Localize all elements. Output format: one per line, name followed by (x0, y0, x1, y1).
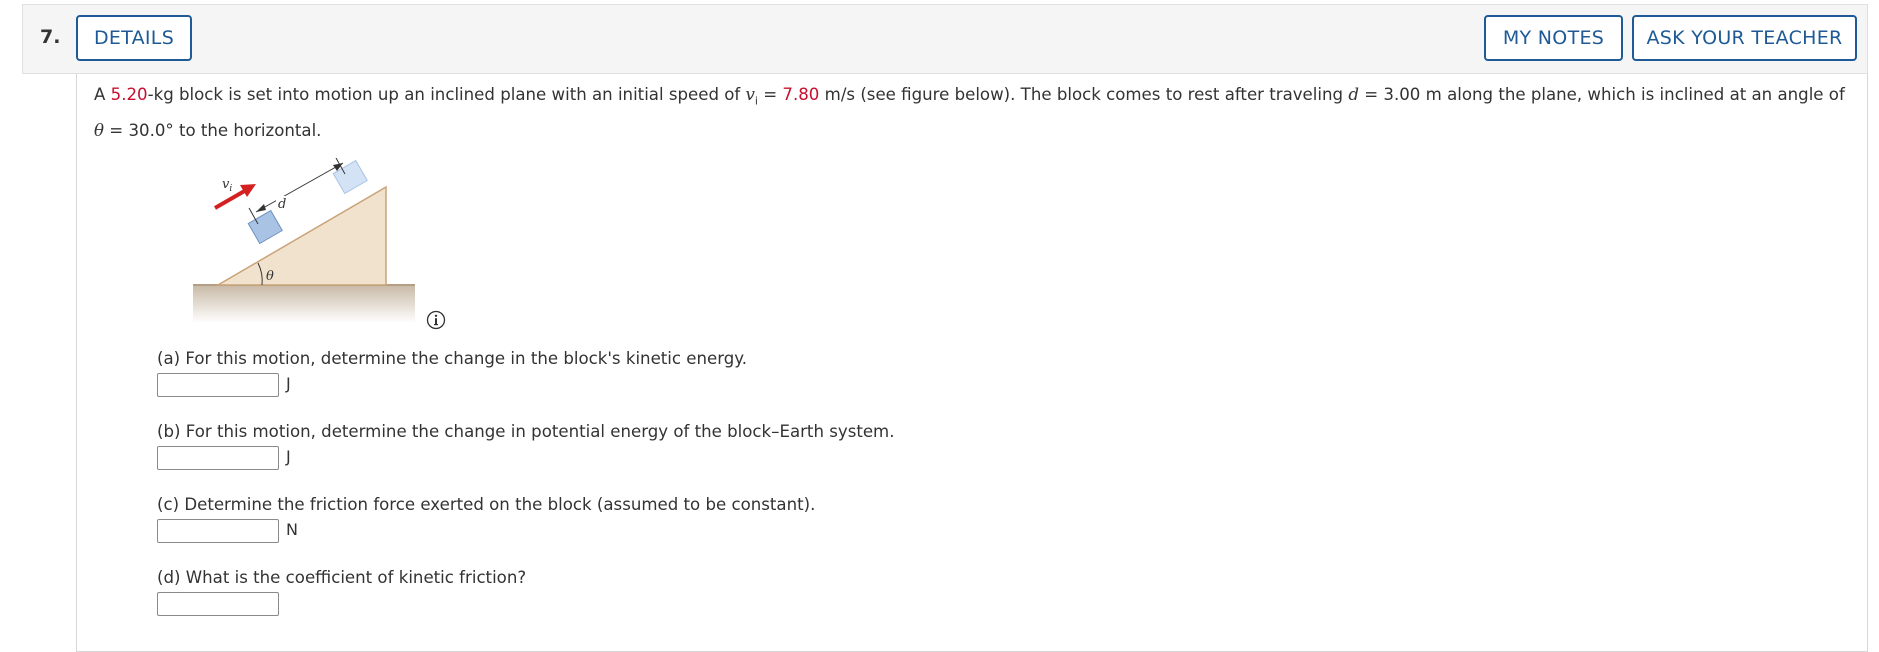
part-a-unit: J (286, 374, 291, 393)
inclined-plane (215, 185, 387, 286)
part-b-unit: J (286, 447, 291, 466)
distance-arrow (255, 162, 344, 213)
mass-value: 5.20 (110, 85, 148, 104)
part-d-answer-input[interactable] (157, 592, 279, 616)
part-c-unit: N (286, 520, 298, 539)
part-d-prompt: (d) What is the coefficient of kinetic f… (157, 568, 527, 587)
part-a-prompt: (a) For this motion, determine the chang… (157, 349, 748, 368)
ask-your-teacher-button[interactable]: ASK YOUR TEACHER (1632, 15, 1857, 61)
part-b-answer-input[interactable] (157, 446, 279, 470)
vi-label: vi (222, 177, 232, 194)
part-a-answer-input[interactable] (157, 373, 279, 397)
incline-figure: θ d vi (193, 157, 415, 323)
info-icon[interactable] (426, 310, 446, 330)
part-c-answer-input[interactable] (157, 519, 279, 543)
details-button[interactable]: DETAILS (76, 15, 192, 61)
part-c-prompt: (c) Determine the friction force exerted… (157, 495, 816, 514)
speed-value: 7.80 (782, 85, 820, 104)
problem-statement: A 5.20-kg block is set into motion up an… (94, 85, 1845, 141)
my-notes-button[interactable]: MY NOTES (1484, 15, 1623, 61)
question-number: 7. (40, 26, 61, 48)
theta-label: θ (266, 269, 274, 284)
part-b-prompt: (b) For this motion, determine the chang… (157, 422, 895, 441)
d-label: d (278, 197, 286, 212)
ground (193, 285, 415, 323)
